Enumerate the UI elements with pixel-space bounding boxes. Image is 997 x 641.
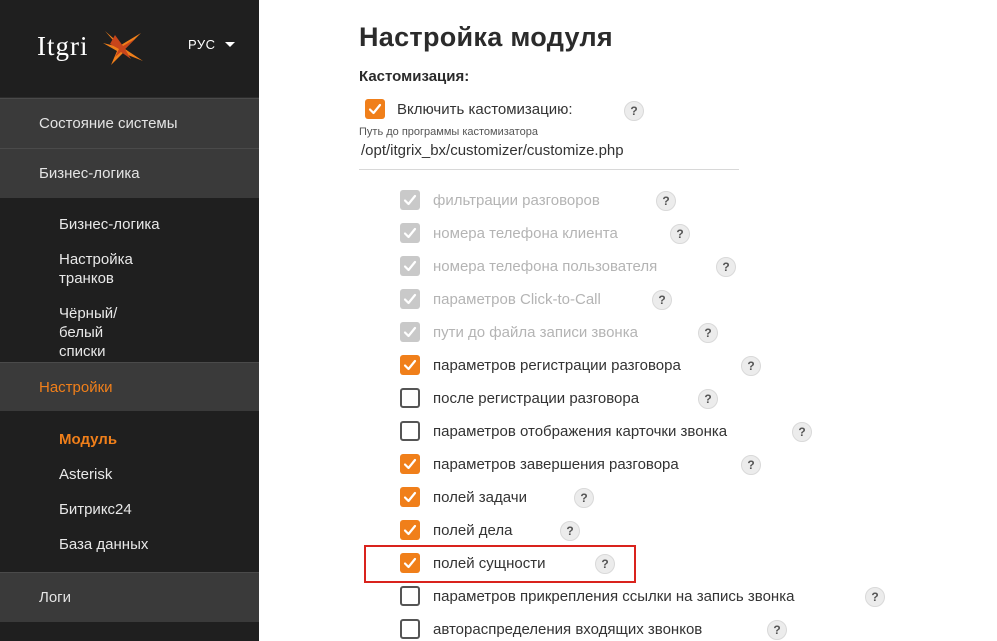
sidebar-header: Itgri РУС — [0, 0, 259, 98]
check-icon — [403, 359, 417, 371]
chevron-down-icon — [224, 42, 235, 47]
option-label: автораспределения входящих звонков — [433, 620, 703, 638]
option-row: фильтрации разговоров — [400, 188, 600, 212]
option-checkbox[interactable] — [400, 586, 420, 606]
check-icon — [403, 524, 417, 536]
option-checkbox — [400, 289, 420, 309]
nav-section-label: Состояние системы — [39, 115, 178, 132]
check-icon — [403, 260, 417, 272]
nav-section-logs[interactable]: Логи — [0, 572, 259, 622]
path-label: Путь до программы кастомизатора — [359, 126, 538, 138]
nav-item-trunks[interactable]: Настройка транков — [0, 250, 150, 304]
option-label: параметров отображения карточки звонка — [433, 422, 728, 440]
nav-item-module[interactable]: Модуль — [0, 430, 259, 465]
option-checkbox — [400, 322, 420, 342]
option-label: после регистрации разговора — [433, 389, 640, 407]
option-label: номера телефона пользователя — [433, 257, 658, 275]
nav-item-black-white-lists[interactable]: Чёрный/белый списки — [0, 304, 150, 360]
option-label: параметров прикрепления ссылки на запись… — [433, 587, 795, 605]
enable-customization-row: Включить кастомизацию: — [365, 97, 573, 121]
option-checkbox[interactable] — [400, 520, 420, 540]
option-checkbox — [400, 223, 420, 243]
option-label: параметров регистрации разговора — [433, 356, 681, 374]
help-icon[interactable]: ? — [670, 224, 690, 244]
nav-section-system-status[interactable]: Состояние системы — [0, 98, 259, 148]
nav-item-bitrix24[interactable]: Битрикс24 — [0, 500, 259, 535]
option-checkbox[interactable] — [400, 421, 420, 441]
option-checkbox[interactable] — [400, 355, 420, 375]
check-icon — [403, 326, 417, 338]
check-icon — [403, 491, 417, 503]
option-label: параметров завершения разговора — [433, 455, 679, 473]
help-icon[interactable]: ? — [741, 455, 761, 475]
logo-text: Itgri — [37, 31, 89, 61]
option-row: параметров завершения разговора — [400, 452, 679, 476]
check-icon — [403, 293, 417, 305]
option-checkbox[interactable] — [400, 388, 420, 408]
option-row: параметров отображения карточки звонка — [400, 419, 727, 443]
option-label: параметров Click-to-Call — [433, 290, 601, 308]
option-row: автораспределения входящих звонков — [400, 617, 702, 641]
option-row: параметров прикрепления ссылки на запись… — [400, 584, 794, 608]
language-selector[interactable]: РУС — [188, 37, 235, 52]
help-icon[interactable]: ? — [792, 422, 812, 442]
sidebar: Itgri РУС Состояние системы Бизнес-логик… — [0, 0, 259, 641]
check-icon — [403, 458, 417, 470]
option-row: после регистрации разговора — [400, 386, 639, 410]
help-icon[interactable]: ? — [716, 257, 736, 277]
help-icon[interactable]: ? — [574, 488, 594, 508]
logo[interactable]: Itgri — [37, 27, 147, 67]
option-checkbox[interactable] — [400, 454, 420, 474]
option-row: параметров Click-to-Call — [400, 287, 601, 311]
nav-section-label: Логи — [39, 589, 72, 606]
option-label: полей дела — [433, 521, 513, 539]
check-icon — [403, 194, 417, 206]
option-row: номера телефона клиента — [400, 221, 618, 245]
help-icon[interactable]: ? — [624, 101, 644, 121]
option-checkbox[interactable] — [400, 619, 420, 639]
help-icon[interactable]: ? — [560, 521, 580, 541]
option-label: пути до файла записи звонка — [433, 323, 638, 341]
main-content: Настройка модуля Кастомизация: Включить … — [359, 0, 997, 641]
section-heading: Кастомизация: — [359, 68, 470, 85]
help-icon[interactable]: ? — [698, 323, 718, 343]
option-label: полей задачи — [433, 488, 527, 506]
enable-customization-label: Включить кастомизацию: — [397, 100, 573, 118]
nav-sub-settings: Модуль Asterisk Битрикс24 База данных — [0, 411, 259, 572]
nav-item-business-logic[interactable]: Бизнес-логика — [0, 215, 259, 250]
help-icon[interactable]: ? — [656, 191, 676, 211]
option-checkbox[interactable] — [400, 487, 420, 507]
help-icon[interactable]: ? — [767, 620, 787, 640]
option-row: полей задачи — [400, 485, 527, 509]
help-icon[interactable]: ? — [698, 389, 718, 409]
page-title: Настройка модуля — [359, 22, 613, 52]
nav-sub-business: Бизнес-логика Настройка транков Чёрный/б… — [0, 198, 259, 362]
highlight-annotation — [364, 545, 636, 583]
help-icon[interactable]: ? — [865, 587, 885, 607]
check-icon — [403, 227, 417, 239]
nav-section-settings[interactable]: Настройки — [0, 362, 259, 411]
option-row: пути до файла записи звонка — [400, 320, 638, 344]
nav-section-label: Бизнес-логика — [39, 165, 140, 182]
enable-customization-checkbox[interactable] — [365, 99, 385, 119]
option-checkbox — [400, 190, 420, 210]
nav-section-business-logic[interactable]: Бизнес-логика — [0, 148, 259, 198]
help-icon[interactable]: ? — [652, 290, 672, 310]
option-label: фильтрации разговоров — [433, 191, 600, 209]
path-input-underline — [359, 169, 739, 170]
option-row: параметров регистрации разговора — [400, 353, 681, 377]
logo-star-icon — [103, 31, 143, 65]
check-icon — [368, 103, 382, 115]
help-icon[interactable]: ? — [741, 356, 761, 376]
option-checkbox — [400, 256, 420, 276]
nav-section-label: Настройки — [39, 378, 113, 396]
nav-item-asterisk[interactable]: Asterisk — [0, 465, 259, 500]
path-input[interactable]: /opt/itgrix_bx/customizer/customize.php — [361, 142, 624, 159]
option-row: полей дела — [400, 518, 512, 542]
option-row: номера телефона пользователя — [400, 254, 657, 278]
nav-item-database[interactable]: База данных — [0, 535, 259, 570]
option-label: номера телефона клиента — [433, 224, 618, 242]
language-label: РУС — [188, 37, 216, 52]
